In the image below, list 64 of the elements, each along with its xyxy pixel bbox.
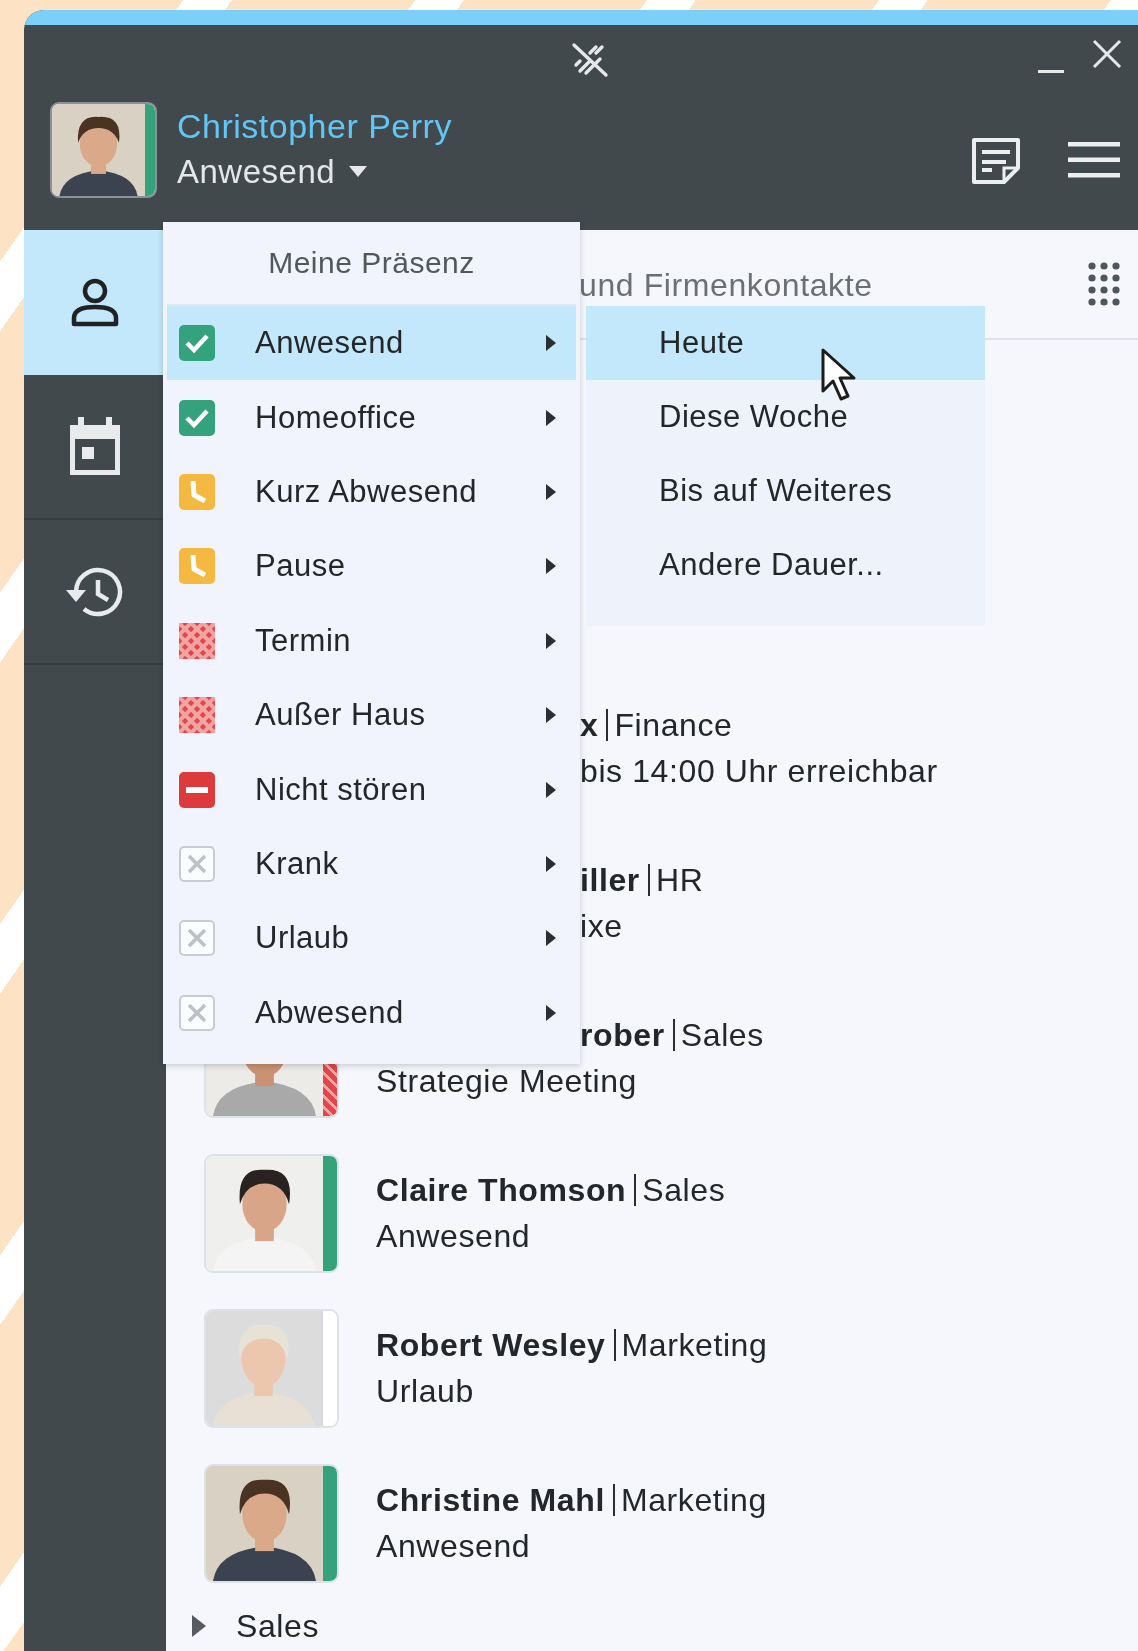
menu-item[interactable]: Bis auf Weiteres [586,454,985,528]
menu-item[interactable]: Krank [167,826,576,902]
menu-item[interactable]: Kurz Abwesend [167,454,576,530]
menu-item[interactable]: Außer Haus [167,677,576,753]
submenu-arrow-icon [546,707,556,724]
close-icon[interactable] [1092,39,1122,69]
submenu-arrow-icon [546,930,556,947]
no-entry-icon [179,771,215,808]
contact-name: rober [580,1015,665,1055]
cross-box-icon [179,920,215,957]
contact-name: Robert Wesley [376,1325,606,1365]
check-icon [179,399,215,436]
submenu-arrow-icon [546,409,556,426]
contact-status: Urlaub [376,1371,474,1411]
caret-icon [349,166,368,178]
contact-name: iller [580,860,640,900]
submenu-arrow-icon [546,483,556,500]
contact-status: bis 14:00 Uhr erreichbar [580,751,938,791]
contact-status: Anwesend [376,1526,531,1566]
menu-item[interactable]: Pause [167,529,576,604]
contact-department: Sales [672,1018,764,1051]
contact-status: Strategie Meeting [376,1061,637,1101]
menu-item[interactable]: Anwesend [167,306,576,381]
submenu-arrow-icon [546,632,556,649]
submenu-arrow-icon [546,335,556,352]
contact-department: HR [647,863,704,896]
cross-box-icon [179,994,215,1031]
contact-name: Claire Thomson [376,1170,627,1210]
menu-item[interactable]: Termin [167,603,576,678]
clock-icon [179,473,215,510]
menu-item[interactable]: Heute [586,306,985,380]
checkered-icon [179,622,215,659]
dialpad-icon[interactable] [1088,262,1120,306]
user-name: Christopher Perry [177,106,452,147]
menu-item[interactable]: Urlaub [167,901,576,976]
menu-item[interactable]: Homeoffice [167,380,576,455]
menu-item[interactable]: Abwesend [167,975,576,1050]
cross-box-icon [179,845,215,882]
note-icon[interactable] [970,136,1022,186]
contact-department: Marketing [613,1328,768,1361]
menu-icon[interactable] [1068,142,1120,178]
status-dropdown[interactable]: Anwesend [177,148,452,196]
check-icon [179,325,215,362]
submenu-arrow-icon [546,781,556,798]
contact-department: Marketing [612,1483,767,1516]
submenu-arrow-icon [546,1004,556,1021]
contact-department: Finance [606,708,733,741]
user-avatar[interactable] [50,102,157,198]
contact-department: Sales [634,1173,726,1206]
minimize-icon[interactable] [1038,69,1064,75]
section-title: und Firmenkontakte [579,266,873,304]
calendar-icon [68,416,122,477]
menu-item[interactable]: Nicht stören [167,752,576,827]
contact-name: x [580,705,599,745]
contact-status: ixe [580,906,623,946]
clock-icon [179,548,215,585]
group-row[interactable]: Sales [166,1601,1138,1651]
submenu-arrow-icon [546,558,556,575]
contact-status: Anwesend [376,1216,531,1256]
menu-item[interactable]: Diese Woche [586,380,985,454]
submenu-arrow-icon [546,855,556,872]
checkered-icon [179,697,215,734]
menu-item[interactable]: Andere Dauer... [586,528,985,602]
contact-name: Christine Mahl [376,1480,605,1520]
